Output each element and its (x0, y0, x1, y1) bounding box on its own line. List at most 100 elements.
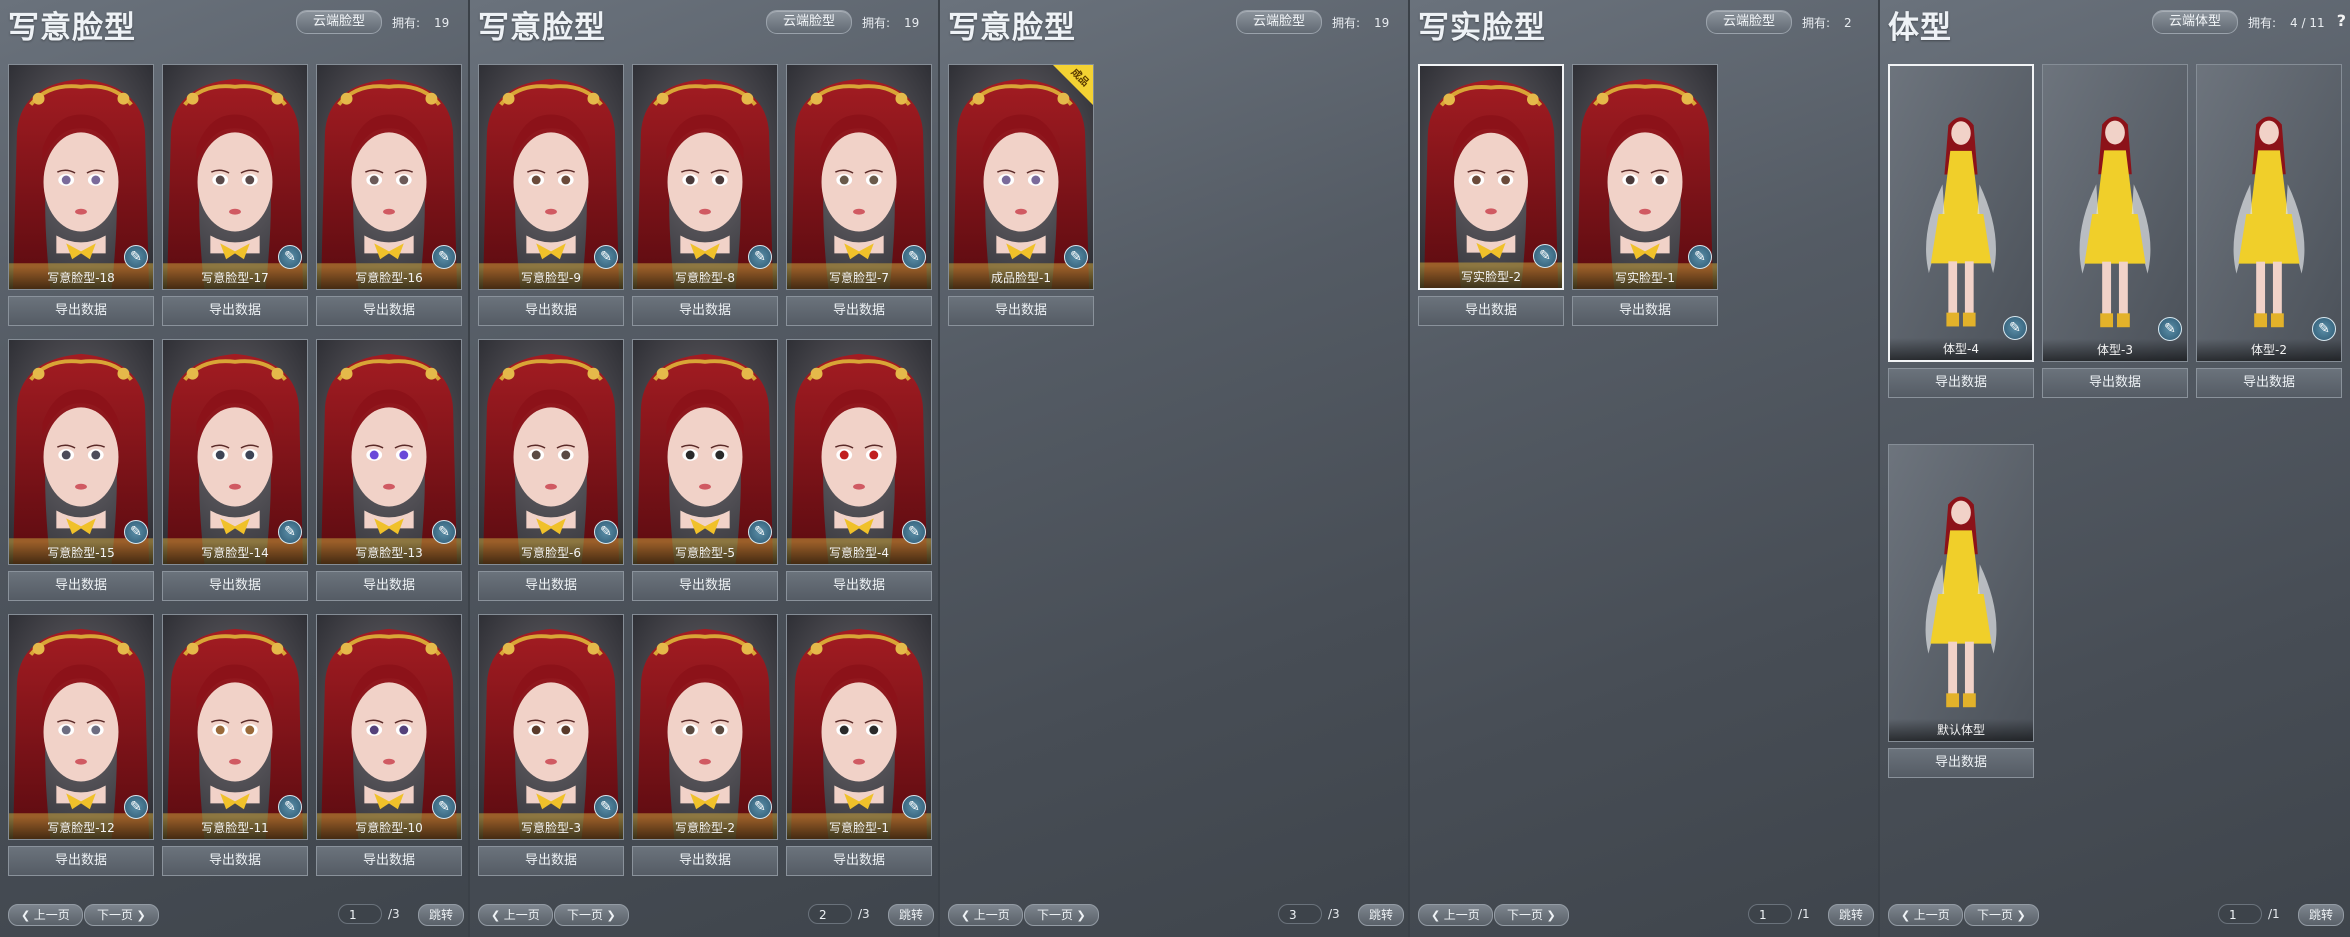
brush-icon[interactable]: ✎ (2003, 316, 2027, 340)
export-data-button[interactable]: 导出数据 (162, 571, 308, 601)
brush-icon[interactable]: ✎ (278, 245, 302, 269)
export-data-button[interactable]: 导出数据 (8, 846, 154, 876)
body-card[interactable]: 默认体型 (1888, 444, 2034, 742)
export-data-button[interactable]: 导出数据 (162, 296, 308, 326)
next-page-button[interactable]: 下一页 ❯ (554, 904, 629, 926)
brush-icon[interactable]: ✎ (902, 795, 926, 819)
export-data-button[interactable]: 导出数据 (632, 571, 778, 601)
face-card[interactable]: 写实脸型-1 ✎ (1572, 64, 1718, 290)
export-data-button[interactable]: 导出数据 (948, 296, 1094, 326)
export-data-button[interactable]: 导出数据 (2196, 368, 2342, 398)
export-data-button[interactable]: 导出数据 (162, 846, 308, 876)
brush-icon[interactable]: ✎ (594, 795, 618, 819)
body-card[interactable]: 体型-2 ✎ (2196, 64, 2342, 362)
face-card[interactable]: 写意脸型-7 ✎ (786, 64, 932, 290)
face-card[interactable]: 写意脸型-5 ✎ (632, 339, 778, 565)
export-data-button[interactable]: 导出数据 (8, 571, 154, 601)
face-card[interactable]: 写意脸型-16 ✎ (316, 64, 462, 290)
page-input[interactable]: 1 (1748, 904, 1792, 924)
brush-icon[interactable]: ✎ (594, 520, 618, 544)
jump-button[interactable]: 跳转 (1358, 904, 1404, 926)
export-data-button[interactable]: 导出数据 (2042, 368, 2188, 398)
brush-icon[interactable]: ✎ (748, 245, 772, 269)
brush-icon[interactable]: ✎ (432, 795, 456, 819)
brush-icon[interactable]: ✎ (278, 520, 302, 544)
help-icon[interactable]: ? (2337, 11, 2346, 30)
face-card[interactable]: 写意脸型-17 ✎ (162, 64, 308, 290)
body-card[interactable]: 体型-3 ✎ (2042, 64, 2188, 362)
brush-icon[interactable]: ✎ (748, 795, 772, 819)
face-card[interactable]: 写意脸型-6 ✎ (478, 339, 624, 565)
prev-page-button[interactable]: ❮ 上一页 (948, 904, 1023, 926)
prev-page-button[interactable]: ❮ 上一页 (1888, 904, 1963, 926)
face-card[interactable]: 写意脸型-12 ✎ (8, 614, 154, 840)
export-data-button[interactable]: 导出数据 (478, 846, 624, 876)
brush-icon[interactable]: ✎ (1533, 244, 1557, 268)
cloud-button[interactable]: 云端脸型 (1706, 10, 1793, 34)
prev-page-button[interactable]: ❮ 上一页 (1418, 904, 1493, 926)
brush-icon[interactable]: ✎ (124, 520, 148, 544)
prev-page-button[interactable]: ❮ 上一页 (478, 904, 553, 926)
export-data-button[interactable]: 导出数据 (8, 296, 154, 326)
brush-icon[interactable]: ✎ (902, 245, 926, 269)
prev-page-button[interactable]: ❮ 上一页 (8, 904, 83, 926)
brush-icon[interactable]: ✎ (2158, 317, 2182, 341)
export-data-button[interactable]: 导出数据 (316, 571, 462, 601)
face-card[interactable]: 写意脸型-2 ✎ (632, 614, 778, 840)
export-data-button[interactable]: 导出数据 (632, 296, 778, 326)
face-card[interactable]: 写意脸型-13 ✎ (316, 339, 462, 565)
cloud-button[interactable]: 云端体型 (2152, 10, 2239, 34)
export-data-button[interactable]: 导出数据 (478, 296, 624, 326)
brush-icon[interactable]: ✎ (278, 795, 302, 819)
face-card[interactable]: 写实脸型-2 ✎ (1418, 64, 1564, 290)
export-data-button[interactable]: 导出数据 (632, 846, 778, 876)
brush-icon[interactable]: ✎ (2312, 317, 2336, 341)
export-data-button[interactable]: 导出数据 (316, 846, 462, 876)
brush-icon[interactable]: ✎ (124, 795, 148, 819)
export-data-button[interactable]: 导出数据 (786, 571, 932, 601)
export-data-button[interactable]: 导出数据 (1888, 748, 2034, 778)
brush-icon[interactable]: ✎ (432, 245, 456, 269)
brush-icon[interactable]: ✎ (594, 245, 618, 269)
face-card[interactable]: 写意脸型-14 ✎ (162, 339, 308, 565)
face-card[interactable]: 写意脸型-4 ✎ (786, 339, 932, 565)
face-card[interactable]: 写意脸型-15 ✎ (8, 339, 154, 565)
brush-icon[interactable]: ✎ (1064, 245, 1088, 269)
next-page-button[interactable]: 下一页 ❯ (1024, 904, 1099, 926)
page-input[interactable]: 2 (808, 904, 852, 924)
export-data-button[interactable]: 导出数据 (786, 846, 932, 876)
export-data-button[interactable]: 导出数据 (1418, 296, 1564, 326)
export-data-button[interactable]: 导出数据 (1572, 296, 1718, 326)
export-data-button[interactable]: 导出数据 (786, 296, 932, 326)
export-data-button[interactable]: 导出数据 (316, 296, 462, 326)
cloud-button[interactable]: 云端脸型 (766, 10, 853, 34)
face-card[interactable]: 写意脸型-9 ✎ (478, 64, 624, 290)
brush-icon[interactable]: ✎ (124, 245, 148, 269)
brush-icon[interactable]: ✎ (432, 520, 456, 544)
face-card[interactable]: 写意脸型-18 ✎ (8, 64, 154, 290)
face-card[interactable]: 写意脸型-3 ✎ (478, 614, 624, 840)
page-input[interactable]: 3 (1278, 904, 1322, 924)
face-card[interactable]: 写意脸型-10 ✎ (316, 614, 462, 840)
page-input[interactable]: 1 (2218, 904, 2262, 924)
face-card[interactable]: 写意脸型-8 ✎ (632, 64, 778, 290)
brush-icon[interactable]: ✎ (1688, 245, 1712, 269)
next-page-button[interactable]: 下一页 ❯ (84, 904, 159, 926)
jump-button[interactable]: 跳转 (418, 904, 464, 926)
next-page-button[interactable]: 下一页 ❯ (1494, 904, 1569, 926)
jump-button[interactable]: 跳转 (888, 904, 934, 926)
jump-button[interactable]: 跳转 (2298, 904, 2344, 926)
brush-icon[interactable]: ✎ (748, 520, 772, 544)
jump-button[interactable]: 跳转 (1828, 904, 1874, 926)
face-card[interactable]: 写意脸型-1 ✎ (786, 614, 932, 840)
face-card[interactable]: 写意脸型-11 ✎ (162, 614, 308, 840)
cloud-button[interactable]: 云端脸型 (296, 10, 383, 34)
next-page-button[interactable]: 下一页 ❯ (1964, 904, 2039, 926)
cloud-button[interactable]: 云端脸型 (1236, 10, 1323, 34)
brush-icon[interactable]: ✎ (902, 520, 926, 544)
face-card[interactable]: 成品 成品脸型-1 ✎ (948, 64, 1094, 290)
page-input[interactable]: 1 (338, 904, 382, 924)
body-card[interactable]: 体型-4 ✎ (1888, 64, 2034, 362)
export-data-button[interactable]: 导出数据 (478, 571, 624, 601)
export-data-button[interactable]: 导出数据 (1888, 368, 2034, 398)
